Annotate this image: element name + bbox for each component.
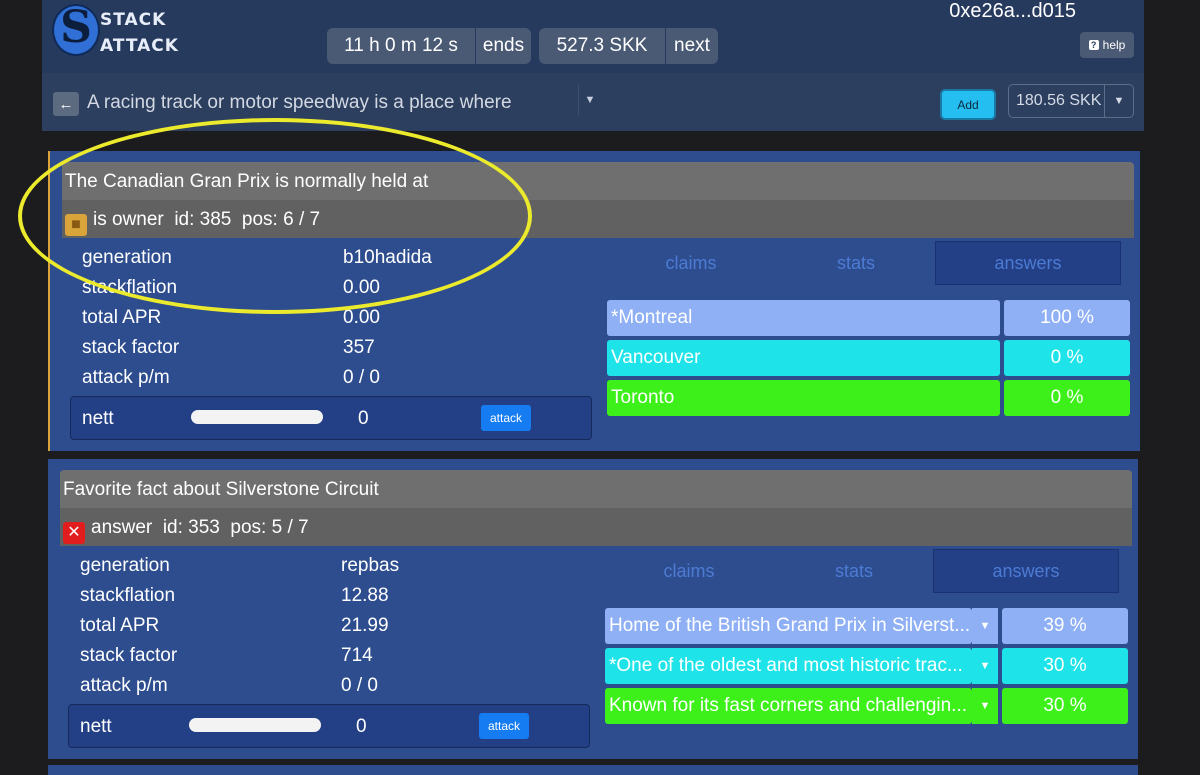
stake-value: 180.56 SKK bbox=[1016, 92, 1102, 109]
role-label: answer bbox=[91, 517, 153, 538]
nett-label: nett bbox=[80, 716, 112, 737]
card-meta-bar: ✕ answer id: 353 pos: 5 / 7 bbox=[60, 508, 1132, 546]
logo-s-icon: S bbox=[60, 2, 92, 53]
stat-label: stackflation bbox=[80, 585, 176, 606]
amount-value: 527.3 SKK bbox=[556, 35, 648, 56]
stat-label: stack factor bbox=[82, 337, 180, 358]
stat-value: b10hadida bbox=[343, 247, 432, 268]
help-button[interactable]: ? help bbox=[1080, 32, 1134, 58]
answer-label[interactable]: Known for its fast corners and challengi… bbox=[605, 688, 972, 724]
tab-claims[interactable]: claims bbox=[605, 241, 777, 285]
card-title: Favorite fact about Silverstone Circuit bbox=[63, 479, 379, 500]
answer-label[interactable]: Home of the British Grand Prix in Silver… bbox=[605, 608, 972, 644]
logo-text-line1: STACK bbox=[100, 10, 167, 30]
question-bar: ← A racing track or motor speedway is a … bbox=[42, 73, 1144, 131]
answer-percent: 39 % bbox=[1002, 608, 1128, 644]
stat-label: attack p/m bbox=[82, 367, 170, 388]
stat-label: attack p/m bbox=[80, 675, 168, 696]
stat-value: 0 / 0 bbox=[341, 675, 378, 696]
stat-label: stack factor bbox=[80, 645, 178, 666]
answer-percent: 0 % bbox=[1004, 340, 1130, 376]
chevron-down-icon[interactable]: ▼ bbox=[1104, 85, 1133, 117]
question-dropdown-icon[interactable]: ▼ bbox=[578, 85, 601, 115]
pos-label: pos: 5 / 7 bbox=[230, 517, 309, 538]
chevron-down-icon[interactable]: ▼ bbox=[972, 648, 998, 684]
question-text[interactable]: A racing track or motor speedway is a pl… bbox=[87, 92, 512, 114]
card-meta-bar: ■ is owner id: 385 pos: 6 / 7 bbox=[62, 200, 1134, 238]
answer-label[interactable]: Vancouver bbox=[607, 340, 1000, 376]
next-amount[interactable]: 527.3 SKK next bbox=[539, 28, 718, 64]
nett-panel: nett 0 attack bbox=[70, 396, 592, 440]
tab-stats[interactable]: stats bbox=[775, 549, 933, 593]
owner-icon: ■ bbox=[65, 214, 87, 236]
nett-value: 0 bbox=[358, 408, 369, 429]
claim-card: Favorite fact about Silverstone Circuit … bbox=[48, 459, 1138, 759]
card-tabs: claims stats answers bbox=[605, 241, 1121, 285]
card-title-bar: Favorite fact about Silverstone Circuit bbox=[60, 470, 1132, 508]
answer-label[interactable]: *One of the oldest and most historic tra… bbox=[605, 648, 972, 684]
stat-value: 0.00 bbox=[343, 307, 380, 328]
answer-label[interactable]: *Montreal bbox=[607, 300, 1000, 336]
id-label: id: 385 bbox=[174, 209, 232, 230]
card-title: The Canadian Gran Prix is normally held … bbox=[65, 171, 429, 192]
answer-label[interactable]: Toronto bbox=[607, 380, 1000, 416]
timer-suffix: ends bbox=[482, 35, 525, 56]
stat-value: repbas bbox=[341, 555, 400, 576]
logo-text-line2: ATTACK bbox=[100, 36, 179, 56]
stake-select[interactable]: 180.56 SKK ▼ bbox=[1008, 84, 1134, 118]
help-icon: ? bbox=[1088, 40, 1099, 50]
help-label: help bbox=[1102, 38, 1126, 52]
card-meta: ✕ answer id: 353 pos: 5 / 7 bbox=[63, 517, 309, 544]
stat-value: 0.00 bbox=[343, 277, 380, 298]
role-label: is owner bbox=[93, 209, 164, 230]
top-bar: S STACK ATTACK 11 h 0 m 12 s ends 527.3 … bbox=[42, 0, 1144, 73]
card-meta: ■ is owner id: 385 pos: 6 / 7 bbox=[65, 209, 320, 236]
nett-value: 0 bbox=[356, 716, 367, 737]
next-card-edge bbox=[48, 765, 1138, 775]
stat-label: generation bbox=[80, 555, 170, 576]
tab-stats[interactable]: stats bbox=[777, 241, 935, 285]
answer-percent: 0 % bbox=[1004, 380, 1130, 416]
attack-button[interactable]: attack bbox=[479, 713, 529, 739]
id-label: id: 353 bbox=[162, 517, 220, 538]
timer-value: 11 h 0 m 12 s bbox=[344, 35, 458, 56]
stat-value: 714 bbox=[341, 645, 373, 666]
stat-label: total APR bbox=[82, 307, 162, 328]
x-icon: ✕ bbox=[63, 522, 85, 544]
stat-value: 357 bbox=[343, 337, 375, 358]
chevron-down-icon[interactable]: ▼ bbox=[972, 608, 998, 644]
card-title-bar: The Canadian Gran Prix is normally held … bbox=[62, 162, 1134, 200]
nett-slider[interactable] bbox=[191, 410, 323, 424]
nett-panel: nett 0 attack bbox=[68, 704, 590, 748]
account-address[interactable]: 0xe26a...d015 bbox=[949, 0, 1076, 23]
stat-label: stackflation bbox=[82, 277, 178, 298]
pos-label: pos: 6 / 7 bbox=[241, 209, 321, 230]
stat-label: generation bbox=[82, 247, 172, 268]
back-arrow-icon[interactable]: ← bbox=[53, 92, 79, 116]
tab-answers[interactable]: answers bbox=[935, 241, 1121, 285]
stack-attack-logo[interactable]: S STACK ATTACK bbox=[52, 2, 178, 60]
nett-label: nett bbox=[82, 408, 114, 429]
tab-claims[interactable]: claims bbox=[603, 549, 775, 593]
answer-percent: 30 % bbox=[1002, 688, 1128, 724]
answer-percent: 30 % bbox=[1002, 648, 1128, 684]
card-tabs: claims stats answers bbox=[603, 549, 1119, 593]
claim-card: The Canadian Gran Prix is normally held … bbox=[48, 151, 1140, 451]
answer-percent: 100 % bbox=[1004, 300, 1130, 336]
stat-value: 12.88 bbox=[341, 585, 389, 606]
stat-value: 21.99 bbox=[341, 615, 389, 636]
round-timer[interactable]: 11 h 0 m 12 s ends bbox=[327, 28, 531, 64]
add-button[interactable]: Add bbox=[940, 89, 996, 120]
nett-slider[interactable] bbox=[189, 718, 321, 732]
chevron-down-icon[interactable]: ▼ bbox=[972, 688, 998, 724]
stat-value: 0 / 0 bbox=[343, 367, 380, 388]
stat-label: total APR bbox=[80, 615, 160, 636]
tab-answers[interactable]: answers bbox=[933, 549, 1119, 593]
amount-suffix: next bbox=[674, 35, 710, 56]
attack-button[interactable]: attack bbox=[481, 405, 531, 431]
